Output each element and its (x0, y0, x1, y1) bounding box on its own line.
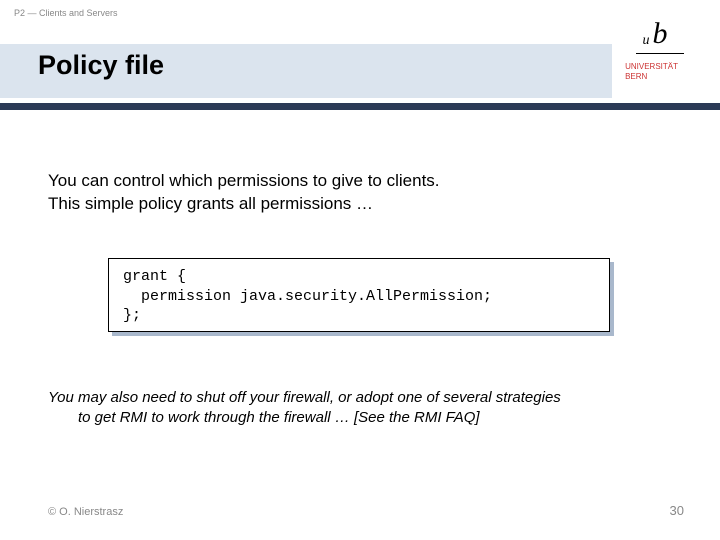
body-line: You can control which permissions to giv… (48, 170, 440, 193)
footer-copyright: © O. Nierstrasz (48, 506, 123, 518)
logo-underline (636, 53, 684, 54)
page-title: Policy file (38, 50, 164, 81)
body-line: You may also need to shut off your firew… (48, 389, 561, 406)
university-name-1: UNIVERSITÄT (625, 62, 678, 72)
university-name-2: BERN (625, 72, 678, 82)
logo-b-icon: ub (653, 17, 668, 51)
separator-bar (0, 103, 720, 110)
code-block: grant { permission java.security.AllPerm… (108, 258, 610, 332)
body-paragraph-2: You may also need to shut off your firew… (48, 388, 678, 427)
breadcrumb: P2 — Clients and Servers (14, 8, 118, 18)
body-line: to get RMI to work through the firewall … (48, 408, 678, 428)
page-number: 30 (670, 503, 684, 518)
slide: P2 — Clients and Servers Policy file ub … (0, 0, 720, 540)
university-logo: ub (636, 17, 684, 54)
body-line: This simple policy grants all permission… (48, 193, 440, 216)
body-paragraph-1: You can control which permissions to giv… (48, 170, 440, 216)
university-label: UNIVERSITÄT BERN (625, 62, 678, 83)
